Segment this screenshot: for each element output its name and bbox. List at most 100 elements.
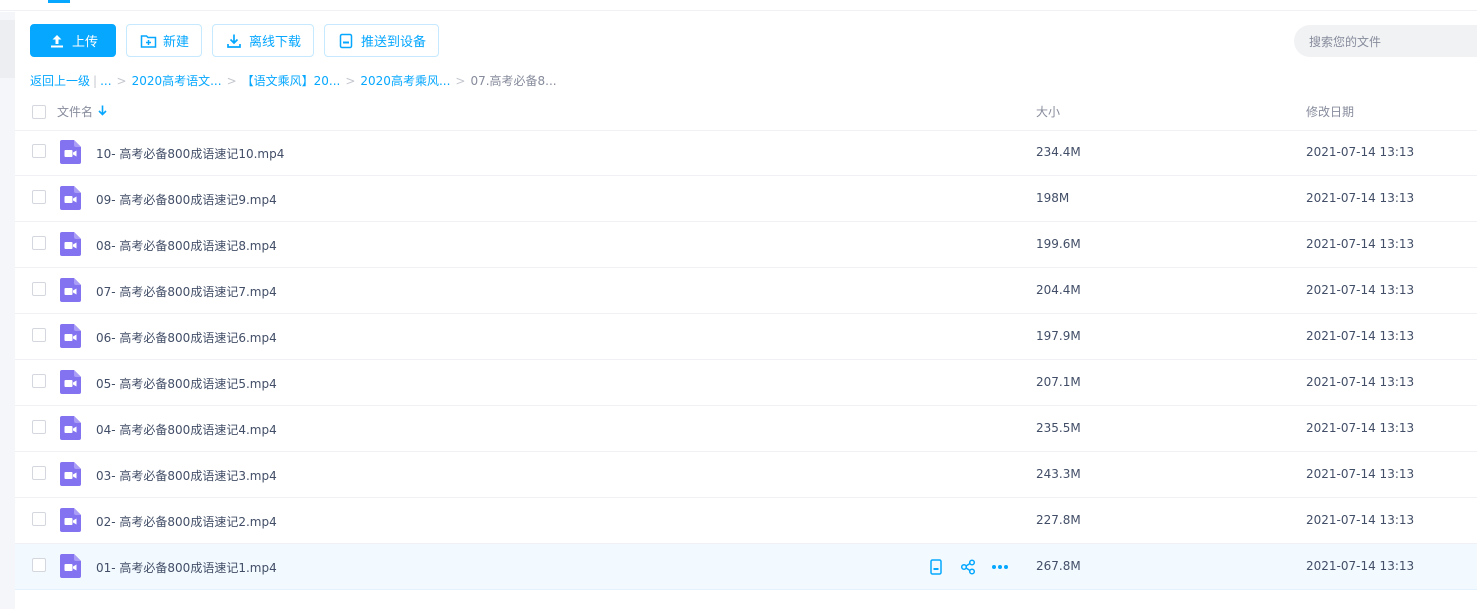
file-size: 234.4M xyxy=(1036,145,1081,159)
file-name[interactable]: 02- 高考必备800成语速记2.mp4 xyxy=(96,513,277,530)
offline-download-label: 离线下载 xyxy=(249,35,302,50)
file-size: 207.1M xyxy=(1036,375,1081,389)
sidebar-shade xyxy=(0,20,15,78)
video-file-icon xyxy=(60,416,81,440)
breadcrumb-ellipsis[interactable]: ... xyxy=(100,74,111,88)
table-row[interactable]: 01- 高考必备800成语速记1.mp4 267.8M 2021-07-14 13:… xyxy=(15,544,1477,590)
breadcrumb: 返回上一级 | ... > 2020高考语文... > 【语文乘风】20... … xyxy=(30,72,557,89)
row-checkbox[interactable] xyxy=(32,466,46,480)
header-name-label: 文件名 xyxy=(57,105,94,119)
table-row[interactable]: 05- 高考必备800成语速记5.mp4 207.1M 2021-07-14 13:… xyxy=(15,360,1477,406)
video-file-icon xyxy=(60,232,81,256)
file-name[interactable]: 09- 高考必备800成语速记9.mp4 xyxy=(96,191,277,208)
sort-down-icon[interactable] xyxy=(98,105,107,119)
video-file-icon xyxy=(60,462,81,486)
breadcrumb-item[interactable]: 【语文乘风】20... xyxy=(242,72,341,89)
file-name[interactable]: 05- 高考必备800成语速记5.mp4 xyxy=(96,375,277,392)
breadcrumb-separator: > xyxy=(226,73,237,88)
download-icon xyxy=(225,32,243,50)
row-checkbox[interactable] xyxy=(32,236,46,250)
file-name[interactable]: 01- 高考必备800成语速记1.mp4 xyxy=(96,559,277,576)
file-name[interactable]: 10- 高考必备800成语速记10.mp4 xyxy=(96,145,284,162)
file-size: 235.5M xyxy=(1036,421,1081,435)
send-to-device-icon[interactable] xyxy=(927,558,945,576)
breadcrumb-separator: > xyxy=(345,73,356,88)
file-date: 2021-07-14 13:13 xyxy=(1306,375,1415,389)
breadcrumb-item[interactable]: 2020高考乘风... xyxy=(360,72,450,89)
file-date: 2021-07-14 13:13 xyxy=(1306,421,1415,435)
video-file-icon xyxy=(60,370,81,394)
row-checkbox[interactable] xyxy=(32,190,46,204)
breadcrumb-item[interactable]: 2020高考语文... xyxy=(132,72,222,89)
row-checkbox[interactable] xyxy=(32,328,46,342)
offline-download-button[interactable]: 离线下载 xyxy=(212,24,315,57)
new-folder-button[interactable]: 新建 xyxy=(126,24,203,57)
file-list: 10- 高考必备800成语速记10.mp4 234.4M 2021-07-14 13… xyxy=(15,130,1477,590)
file-date: 2021-07-14 13:13 xyxy=(1306,283,1415,297)
row-checkbox[interactable] xyxy=(32,144,46,158)
share-icon[interactable] xyxy=(959,558,977,576)
row-checkbox[interactable] xyxy=(32,282,46,296)
row-checkbox[interactable] xyxy=(32,420,46,434)
more-icon[interactable] xyxy=(991,558,1009,576)
search-placeholder: 搜索您的文件 xyxy=(1309,34,1382,49)
header-size[interactable]: 大小 xyxy=(1036,103,1060,120)
video-file-icon xyxy=(60,324,81,348)
table-row[interactable]: 08- 高考必备800成语速记8.mp4 199.6M 2021-07-14 13:… xyxy=(15,222,1477,268)
new-label: 新建 xyxy=(163,35,190,50)
header-date[interactable]: 修改日期 xyxy=(1306,103,1354,120)
file-date: 2021-07-14 13:13 xyxy=(1306,467,1415,481)
video-file-icon xyxy=(60,508,81,532)
file-date: 2021-07-14 13:13 xyxy=(1306,191,1415,205)
file-date: 2021-07-14 13:13 xyxy=(1306,329,1415,343)
toolbar: 上传 新建 离线下载 推送到设备 xyxy=(30,24,440,59)
file-name[interactable]: 04- 高考必备800成语速记4.mp4 xyxy=(96,421,277,438)
row-checkbox[interactable] xyxy=(32,374,46,388)
breadcrumb-separator: > xyxy=(116,73,127,88)
file-size: 243.3M xyxy=(1036,467,1081,481)
video-file-icon xyxy=(60,278,81,302)
video-file-icon xyxy=(60,186,81,210)
header-name[interactable]: 文件名 xyxy=(57,103,107,120)
file-size: 199.6M xyxy=(1036,237,1081,251)
table-row[interactable]: 04- 高考必备800成语速记4.mp4 235.5M 2021-07-14 13:… xyxy=(15,406,1477,452)
file-date: 2021-07-14 13:13 xyxy=(1306,145,1415,159)
file-name[interactable]: 07- 高考必备800成语速记7.mp4 xyxy=(96,283,277,300)
file-name[interactable]: 08- 高考必备800成语速记8.mp4 xyxy=(96,237,277,254)
top-nav-strip xyxy=(0,0,1477,11)
file-size: 204.4M xyxy=(1036,283,1081,297)
table-row[interactable]: 02- 高考必备800成语速记2.mp4 227.8M 2021-07-14 13:… xyxy=(15,498,1477,544)
table-row[interactable]: 10- 高考必备800成语速记10.mp4 234.4M 2021-07-14 13… xyxy=(15,130,1477,176)
file-size: 198M xyxy=(1036,191,1070,205)
breadcrumb-back[interactable]: 返回上一级 xyxy=(30,72,90,89)
upload-icon xyxy=(48,32,66,50)
table-row[interactable]: 03- 高考必备800成语速记3.mp4 243.3M 2021-07-14 13:… xyxy=(15,452,1477,498)
file-date: 2021-07-14 13:13 xyxy=(1306,513,1415,527)
file-table-header: 文件名 大小 修改日期 xyxy=(15,92,1477,131)
file-size: 227.8M xyxy=(1036,513,1081,527)
new-folder-icon xyxy=(139,32,157,50)
file-size: 267.8M xyxy=(1036,559,1081,573)
row-checkbox[interactable] xyxy=(32,558,46,572)
file-name[interactable]: 03- 高考必备800成语速记3.mp4 xyxy=(96,467,277,484)
row-checkbox[interactable] xyxy=(32,512,46,526)
file-name[interactable]: 06- 高考必备800成语速记6.mp4 xyxy=(96,329,277,346)
table-row[interactable]: 06- 高考必备800成语速记6.mp4 197.9M 2021-07-14 13:… xyxy=(15,314,1477,360)
video-file-icon xyxy=(60,554,81,578)
push-to-device-button[interactable]: 推送到设备 xyxy=(324,24,440,57)
table-row[interactable]: 09- 高考必备800成语速记9.mp4 198M 2021-07-14 13:13 xyxy=(15,176,1477,222)
select-all-checkbox[interactable] xyxy=(32,105,46,119)
breadcrumb-current: 07.高考必备8... xyxy=(470,74,557,88)
search-input[interactable]: 搜索您的文件 xyxy=(1294,25,1477,57)
upload-button[interactable]: 上传 xyxy=(30,24,116,57)
push-device-label: 推送到设备 xyxy=(361,35,427,50)
breadcrumb-separator: > xyxy=(455,73,466,88)
video-file-icon xyxy=(60,140,81,164)
device-icon xyxy=(337,32,355,50)
left-sidebar-edge xyxy=(0,12,15,609)
table-row[interactable]: 07- 高考必备800成语速记7.mp4 204.4M 2021-07-14 13:… xyxy=(15,268,1477,314)
file-date: 2021-07-14 13:13 xyxy=(1306,559,1415,573)
upload-label: 上传 xyxy=(71,35,98,50)
file-date: 2021-07-14 13:13 xyxy=(1306,237,1415,251)
row-actions xyxy=(927,558,1009,576)
